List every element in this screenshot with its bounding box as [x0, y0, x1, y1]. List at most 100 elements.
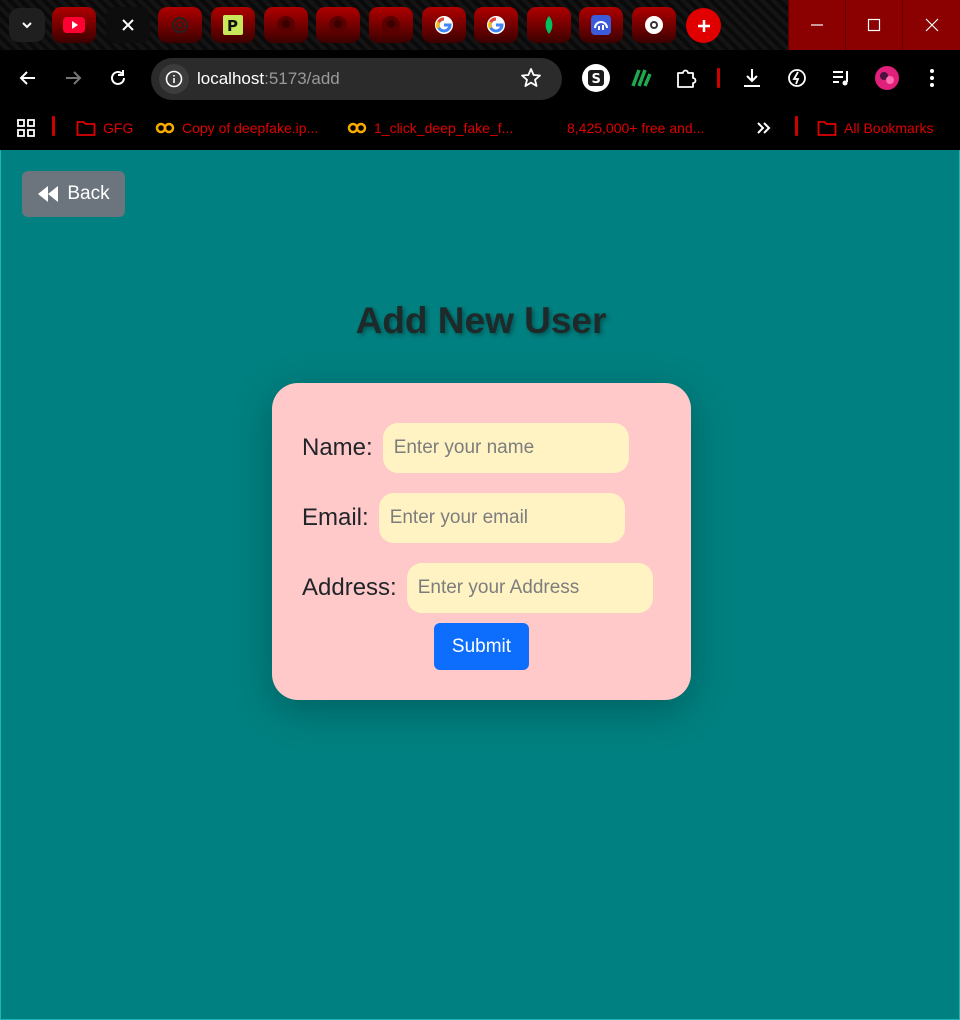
- page-title: Add New User: [355, 300, 607, 341]
- forward-nav-button[interactable]: [55, 60, 91, 96]
- leaf-bolt-icon: [786, 67, 808, 89]
- bookmark-label: Copy of deepfake.ip...: [182, 120, 319, 136]
- name-label: Name:: [302, 434, 373, 461]
- bookmarks-overflow-button[interactable]: [756, 116, 772, 140]
- bookmark-free-items[interactable]: 8,425,000+ free and...: [567, 116, 704, 140]
- tab-youtube[interactable]: [52, 7, 96, 43]
- page-content: Back Add New User Name: Email: Address: …: [0, 150, 960, 1020]
- github-icon: [381, 15, 401, 35]
- google-icon: [486, 15, 506, 35]
- close-window-button[interactable]: [902, 0, 960, 50]
- minimize-button[interactable]: [788, 0, 845, 50]
- tab-chrome[interactable]: [632, 7, 676, 43]
- mongodb-leaf-icon: [542, 15, 556, 35]
- tab-google-2[interactable]: [474, 7, 518, 43]
- all-bookmarks-button[interactable]: All Bookmarks: [817, 116, 933, 140]
- extension-s-button[interactable]: S: [578, 60, 614, 96]
- s-badge-icon: S: [581, 63, 611, 93]
- bookmarks-divider: [52, 116, 55, 136]
- rewind-icon: [37, 185, 59, 203]
- address-input[interactable]: [406, 563, 653, 613]
- email-row: Email:: [302, 493, 625, 543]
- svg-text:P: P: [227, 17, 238, 35]
- name-input[interactable]: [382, 423, 629, 473]
- tab-mongodb[interactable]: [527, 7, 571, 43]
- github-icon: [276, 15, 296, 35]
- tab-strip: P: [0, 0, 960, 50]
- browser-chrome: P localhost:5173/add S GFG Copy of deepf…: [0, 0, 960, 150]
- green-stripes-icon: [628, 66, 652, 90]
- performance-button[interactable]: [779, 60, 815, 96]
- menu-button[interactable]: [914, 60, 950, 96]
- tab-google-1[interactable]: [422, 7, 466, 43]
- star-icon[interactable]: [519, 66, 543, 90]
- github-icon: [328, 15, 348, 35]
- dashboard-icon: [591, 15, 611, 35]
- url-host: localhost: [197, 69, 265, 88]
- google-icon: [434, 15, 454, 35]
- reload-button[interactable]: [100, 60, 136, 96]
- extensions-button[interactable]: [668, 60, 704, 96]
- colab-icon: [155, 122, 175, 134]
- bookmark-label: All Bookmarks: [844, 120, 934, 136]
- back-nav-button[interactable]: [10, 60, 46, 96]
- site-info-button[interactable]: [159, 64, 189, 94]
- close-icon[interactable]: [121, 18, 135, 32]
- address-row: Address:: [302, 563, 653, 613]
- bookmark-label: 1_click_deep_fake_f...: [374, 120, 514, 136]
- address-bar[interactable]: localhost:5173/add: [151, 58, 562, 100]
- email-input[interactable]: [378, 493, 625, 543]
- arrow-left-icon: [19, 69, 37, 87]
- tab-search-button[interactable]: [9, 8, 45, 42]
- profile-button[interactable]: [869, 60, 905, 96]
- url-path: :5173/add: [264, 69, 340, 88]
- reload-icon: [109, 69, 127, 87]
- folder-icon: [817, 119, 837, 137]
- add-user-form: Name: Email: Address: Submit: [272, 383, 691, 700]
- folder-icon: [76, 119, 96, 137]
- tab-github-3[interactable]: [369, 7, 413, 43]
- arrow-right-icon: [64, 69, 82, 87]
- colab-icon: [347, 122, 367, 134]
- tab-dashboard[interactable]: [579, 7, 623, 43]
- close-icon: [925, 18, 939, 32]
- email-label: Email:: [302, 504, 369, 531]
- tab-p-logo[interactable]: P: [211, 7, 255, 43]
- info-icon: [165, 70, 183, 88]
- bookmark-gfg[interactable]: GFG: [76, 116, 133, 140]
- chrome-icon: [644, 15, 664, 35]
- bookmark-label: GFG: [103, 120, 134, 136]
- bookmark-label: 8,425,000+ free and...: [567, 120, 705, 136]
- toolbar: localhost:5173/add S: [0, 50, 960, 106]
- back-button-label: Back: [67, 183, 110, 204]
- apps-grid-icon: [16, 118, 36, 138]
- submit-button[interactable]: Submit: [434, 623, 529, 670]
- media-button[interactable]: [824, 60, 860, 96]
- p-logo-icon: P: [223, 15, 243, 35]
- bookmark-colab-1[interactable]: Copy of deepfake.ip...: [155, 116, 318, 140]
- plus-icon: [696, 18, 712, 34]
- youtube-icon: [63, 17, 85, 33]
- tab-current[interactable]: [106, 7, 150, 43]
- address-label: Address:: [302, 574, 397, 601]
- back-button[interactable]: Back: [22, 171, 125, 217]
- kebab-menu-icon: [929, 68, 935, 88]
- toolbar-divider: [717, 68, 720, 88]
- new-tab-button[interactable]: [686, 8, 721, 43]
- download-icon: [741, 67, 763, 89]
- tab-github-1[interactable]: [264, 7, 308, 43]
- downloads-button[interactable]: [734, 60, 770, 96]
- maximize-button[interactable]: [845, 0, 902, 50]
- extension-stripes-button[interactable]: [622, 60, 658, 96]
- name-row: Name:: [302, 423, 629, 473]
- bookmark-colab-2[interactable]: 1_click_deep_fake_f...: [347, 116, 513, 140]
- tab-openai[interactable]: [158, 7, 202, 43]
- playlist-music-icon: [831, 67, 853, 89]
- openai-icon: [171, 16, 189, 34]
- apps-button[interactable]: [16, 116, 36, 140]
- bookmarks-bar: GFG Copy of deepfake.ip... 1_click_deep_…: [0, 106, 960, 150]
- tab-github-2[interactable]: [316, 7, 360, 43]
- chevron-down-icon: [20, 18, 34, 32]
- puzzle-icon: [675, 67, 697, 89]
- url-text[interactable]: localhost:5173/add: [197, 69, 340, 89]
